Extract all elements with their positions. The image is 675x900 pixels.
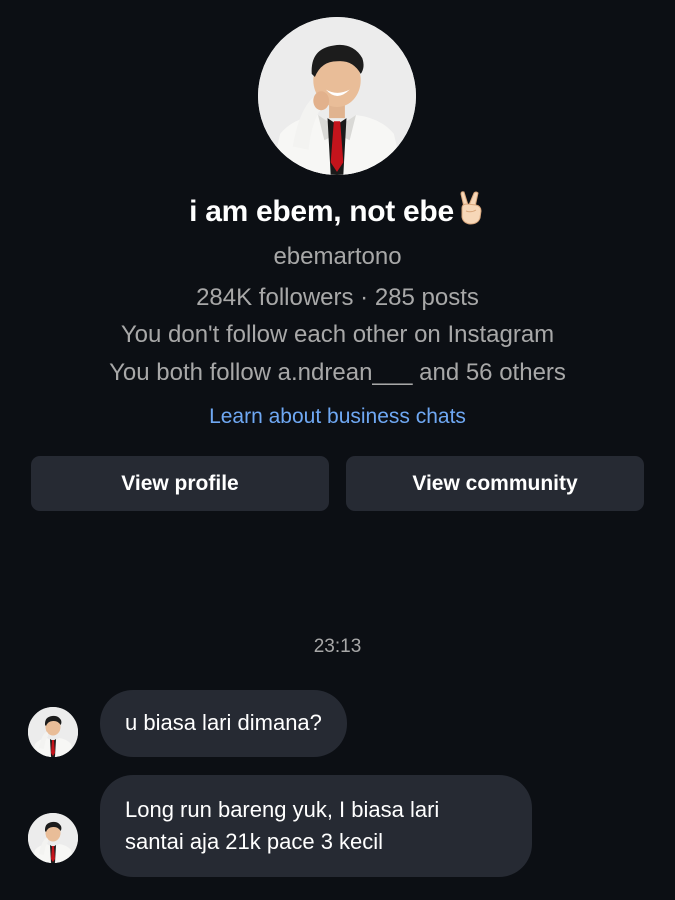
chat-screen: i am ebem, not ebe ebemartono 284K follo…	[0, 0, 675, 900]
display-name: i am ebem, not ebe	[0, 191, 675, 229]
follow-status: You don't follow each other on Instagram	[120, 321, 555, 348]
learn-business-chats-link[interactable]: Learn about business chats	[0, 405, 675, 429]
mutual-followers[interactable]: You both follow a.ndrean___ and 56 other…	[0, 359, 675, 387]
message-text-line: santai aja 21k pace 3 kecil	[125, 829, 384, 854]
message-timestamp: 23:13	[313, 636, 362, 657]
victory-hand-icon	[460, 191, 482, 225]
view-community-button[interactable]: View community	[346, 456, 644, 511]
message-bubble[interactable]: u biasa lari dimana?	[100, 690, 347, 757]
display-name-text: i am ebem, not ebe	[189, 195, 454, 228]
profile-avatar[interactable]	[258, 17, 416, 175]
follower-stats: 284K followers · 285 posts	[196, 284, 479, 311]
profile-photo-icon	[258, 17, 416, 175]
message-bubble[interactable]: Long run bareng yuk, I biasa lari santai…	[100, 775, 532, 877]
sender-avatar-icon	[28, 707, 78, 757]
sender-avatar[interactable]	[28, 707, 78, 757]
sender-avatar-icon	[28, 813, 78, 863]
sender-avatar[interactable]	[28, 813, 78, 863]
username: ebemartono	[273, 243, 402, 270]
message-text: u biasa lari dimana?	[125, 710, 322, 735]
view-profile-button[interactable]: View profile	[31, 456, 329, 511]
message-text-line: Long run bareng yuk, I biasa lari	[125, 797, 440, 822]
